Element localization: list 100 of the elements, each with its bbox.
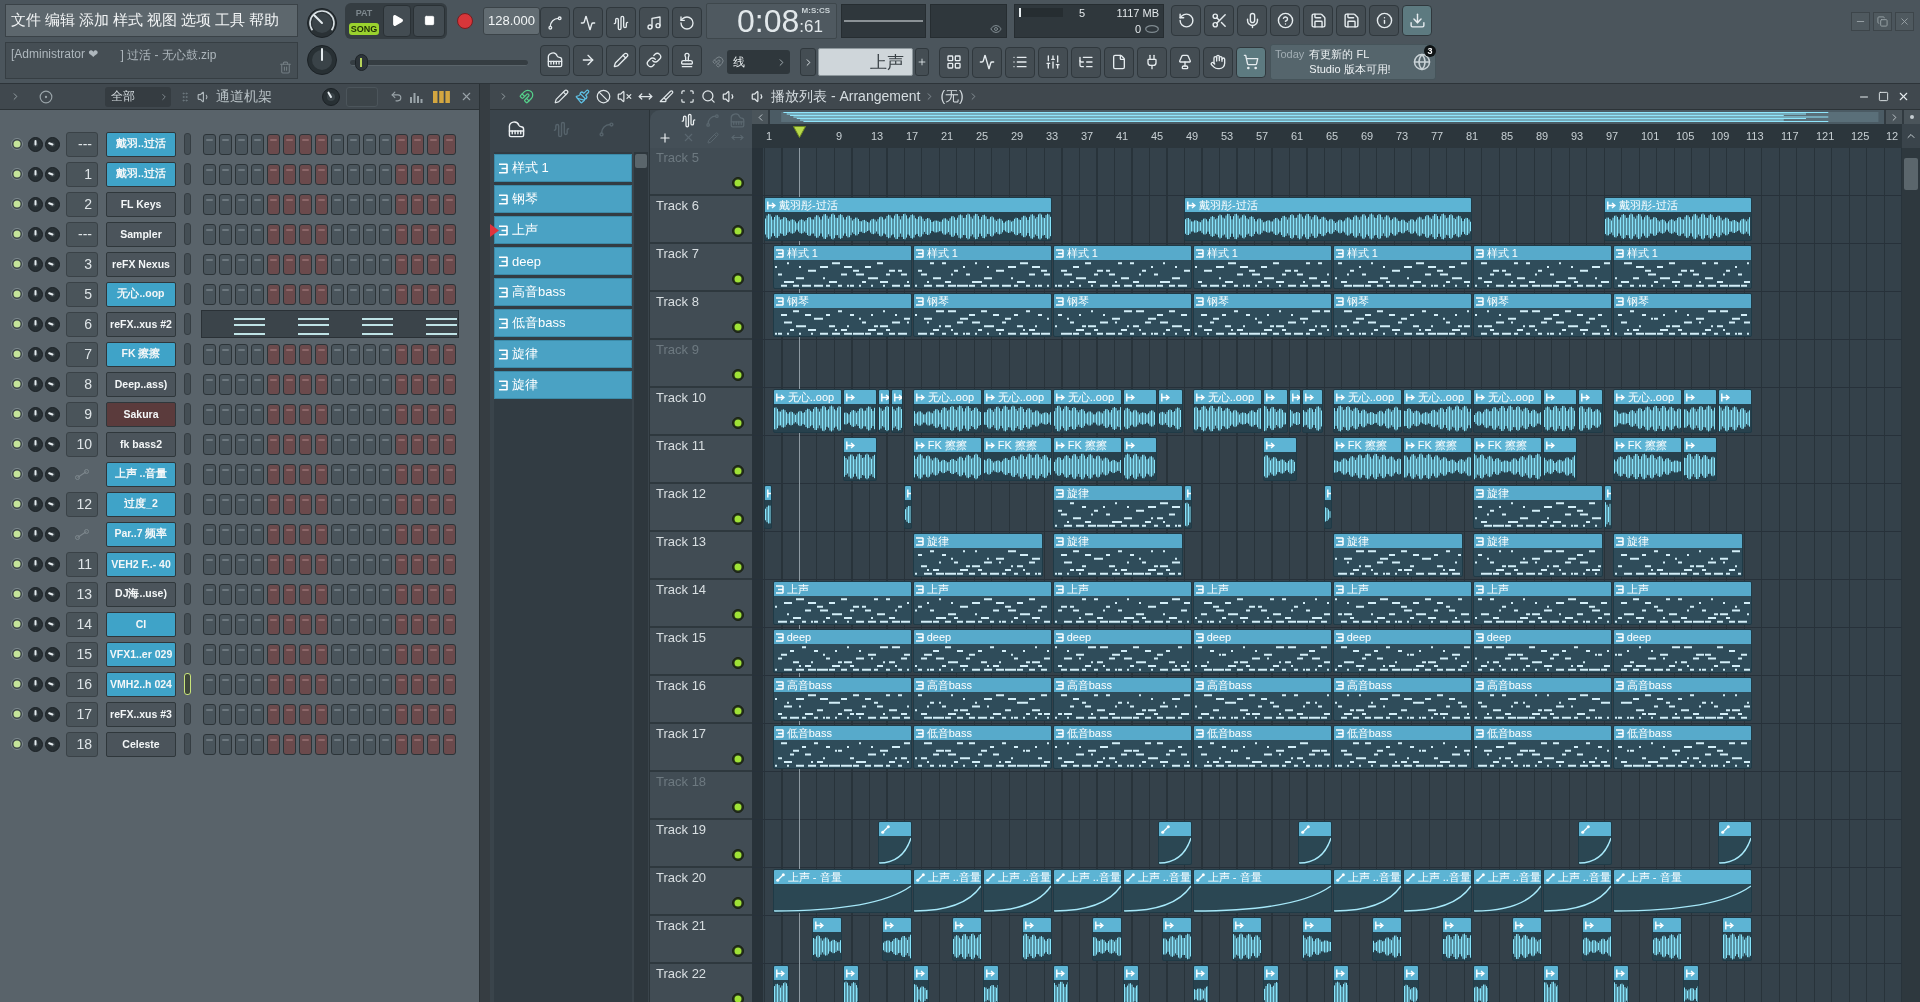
clip-name: 旋律 <box>1486 534 1509 548</box>
clip-name: 高音bass <box>1346 678 1392 692</box>
clip-name: 样式 1 <box>1346 246 1378 260</box>
bar-number: 101 <box>1641 129 1660 143</box>
bar-number: 21 <box>941 129 954 143</box>
clip-name: 戴羽彤-过活 <box>1619 198 1678 212</box>
clip-name: 无心..oop <box>1487 390 1535 404</box>
clip-name: 上声 - 音量 <box>787 870 842 884</box>
bar-number: 77 <box>1431 129 1444 143</box>
clip-name: 戴羽彤-过活 <box>1199 198 1258 212</box>
clip-name: 旋律 <box>1626 534 1649 548</box>
clip-name: deep <box>1486 630 1512 644</box>
time-format: M:S:CS <box>801 5 830 15</box>
clip-name: deep <box>1066 630 1092 644</box>
bar-number: 65 <box>1326 129 1339 143</box>
clip-name: 上声 ..音量 <box>1557 870 1611 884</box>
track-name: Track 15 <box>656 630 707 645</box>
track-name: Track 21 <box>656 918 707 933</box>
polyphony-readout: 0 <box>1134 22 1141 35</box>
bar-number: 45 <box>1151 129 1164 143</box>
track-name: Track 14 <box>656 582 707 597</box>
clip-name: 无心..oop <box>1417 390 1465 404</box>
bar-number: 125 <box>1851 129 1870 143</box>
clip-name: 上声 <box>1206 582 1229 596</box>
bar-number: 33 <box>1046 129 1059 143</box>
clip-name: 无心..oop <box>1067 390 1115 404</box>
clip-name: deep <box>1626 630 1652 644</box>
clip-name: 无心..oop <box>1627 390 1675 404</box>
clip-name: 样式 1 <box>1626 246 1658 260</box>
news-text: 有更新的 FL Studio 版本可用! <box>1309 47 1392 78</box>
clip-name: deep <box>1206 630 1232 644</box>
clip-name: 旋律 <box>1486 486 1509 500</box>
track-name: Track 22 <box>656 966 707 981</box>
clip-name: deep <box>786 630 812 644</box>
clip-name: 钢琴 <box>1206 294 1229 308</box>
clip-name: 高音bass <box>1066 678 1112 692</box>
bar-number: 25 <box>976 129 989 143</box>
clip-name: 低音bass <box>1626 726 1672 740</box>
bar-number: 117 <box>1781 129 1799 143</box>
clip-name: 上声 <box>926 582 949 596</box>
clip-name: 上声 ..音量 <box>1487 870 1541 884</box>
bar-number: 89 <box>1536 129 1549 143</box>
bar-number: 41 <box>1116 129 1129 143</box>
clip-name: 上声 <box>1346 582 1369 596</box>
clip-name: 戴羽彤-过活 <box>779 198 838 212</box>
clip-name: 上声 <box>1066 582 1089 596</box>
clip-name: 上声 - 音量 <box>1207 870 1262 884</box>
track-name: Track 7 <box>656 246 699 261</box>
track-name: Track 12 <box>656 486 707 501</box>
clip-name: 低音bass <box>1486 726 1532 740</box>
clip-name: 上声 ..音量 <box>1137 870 1191 884</box>
clip-name: 低音bass <box>1066 726 1112 740</box>
clip-name: FK 擦擦 <box>1347 438 1387 452</box>
clip-name: FK 擦擦 <box>1067 438 1107 452</box>
clip-name: 旋律 <box>926 534 949 548</box>
clip-name: 低音bass <box>1346 726 1392 740</box>
time-value: 0:08 <box>737 3 800 38</box>
clip-name: 无心..oop <box>927 390 975 404</box>
track-name: Track 16 <box>656 678 707 693</box>
clip-name: 上声 ..音量 <box>997 870 1051 884</box>
bar-number: 61 <box>1291 129 1304 143</box>
memory-readout: 1117 MB <box>1116 6 1159 19</box>
clip-name: FK 擦擦 <box>1627 438 1667 452</box>
clip-name: FK 擦擦 <box>1487 438 1527 452</box>
bar-number: 57 <box>1256 129 1269 143</box>
clip-name: 上声 <box>1626 582 1649 596</box>
clip-name: 样式 1 <box>1066 246 1098 260</box>
clip-name: 无心..oop <box>787 390 835 404</box>
bar-number: 73 <box>1396 129 1409 143</box>
clip-name: 上声 - 音量 <box>1627 870 1682 884</box>
clip-name: 钢琴 <box>926 294 949 308</box>
clip-name: 样式 1 <box>1486 246 1518 260</box>
clip-name: 高音bass <box>1206 678 1252 692</box>
clip-name: 样式 1 <box>786 246 818 260</box>
clip-name: FK 擦擦 <box>927 438 967 452</box>
clip-name: 样式 1 <box>926 246 958 260</box>
clip-name: 旋律 <box>1066 534 1089 548</box>
bar-number: 17 <box>906 129 919 143</box>
bar-number: 93 <box>1571 129 1584 143</box>
clip-name: 高音bass <box>1626 678 1672 692</box>
clip-name: 无心..oop <box>997 390 1045 404</box>
clip-name: 高音bass <box>786 678 832 692</box>
clip-name: 上声 ..音量 <box>1067 870 1121 884</box>
clip-name: 高音bass <box>926 678 972 692</box>
bar-number: 69 <box>1361 129 1374 143</box>
cpu-readout: 5 <box>1078 6 1085 19</box>
clip-name: 钢琴 <box>1626 294 1649 308</box>
hint-project: ] 过活 - 无心鼓.zip <box>120 47 217 64</box>
clip-name: 上声 ..音量 <box>927 870 981 884</box>
clip-name: 上声 <box>786 582 809 596</box>
clip-name: 低音bass <box>786 726 832 740</box>
count-badge: 3 <box>1424 45 1436 58</box>
bar-number: 81 <box>1466 129 1479 143</box>
hint-user: [Administrator ❤ <box>11 47 99 61</box>
clip-name: 无心..oop <box>1347 390 1395 404</box>
track-name: Track 8 <box>656 294 699 309</box>
clip-name: FK 擦擦 <box>1417 438 1457 452</box>
bar-number: 121 <box>1816 129 1835 143</box>
clip-name: 钢琴 <box>786 294 809 308</box>
track-name: Track 19 <box>656 822 707 837</box>
